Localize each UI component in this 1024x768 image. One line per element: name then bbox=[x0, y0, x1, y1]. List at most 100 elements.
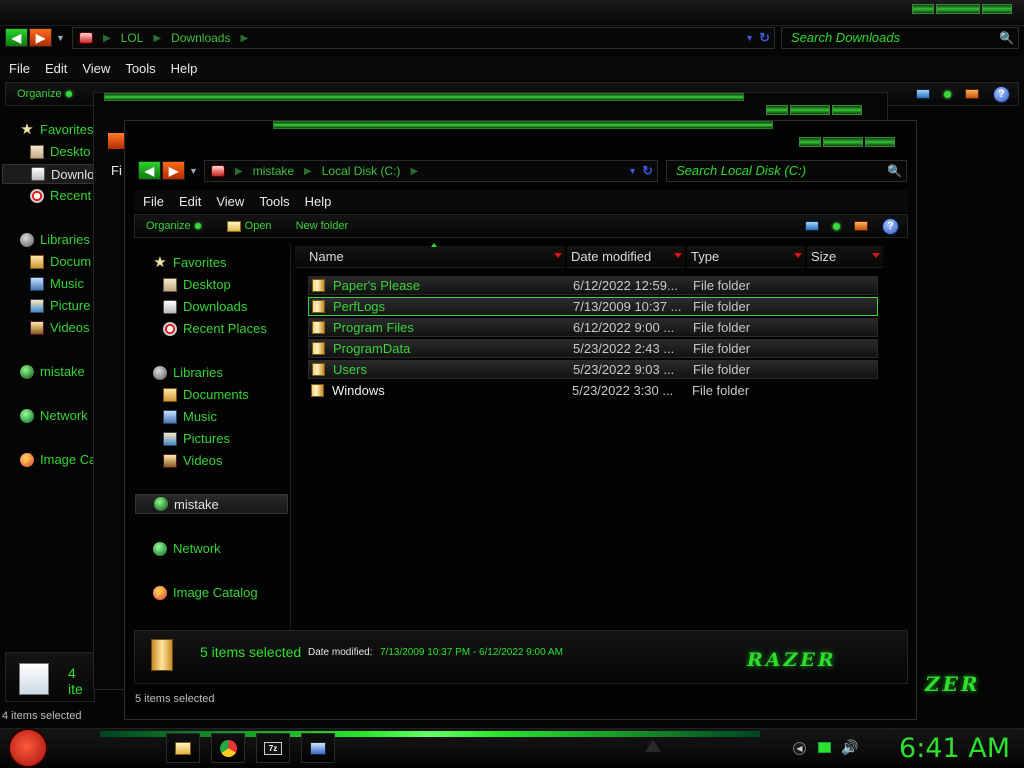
file-row[interactable]: Paper's Please 6/12/2022 12:59... File fol… bbox=[308, 276, 878, 295]
forward-arrow-icon[interactable] bbox=[108, 133, 124, 149]
breadcrumb-item[interactable]: LOL bbox=[121, 31, 144, 45]
menu-file[interactable]: File bbox=[9, 61, 30, 76]
network-tray-icon[interactable] bbox=[818, 742, 831, 753]
back-nav-documents[interactable]: Docum bbox=[30, 254, 91, 269]
taskbar-explorer-button[interactable] bbox=[166, 733, 200, 763]
nav-music[interactable]: Music bbox=[163, 409, 217, 424]
minimize-button[interactable] bbox=[799, 137, 821, 147]
back-nav-libraries[interactable]: Libraries bbox=[20, 232, 90, 247]
window-controls[interactable] bbox=[799, 137, 895, 147]
volume-icon[interactable]: 🔊 bbox=[841, 739, 858, 756]
view-icon[interactable] bbox=[805, 221, 819, 231]
back-nav-desktop[interactable]: Deskto bbox=[30, 144, 90, 159]
close-button[interactable] bbox=[832, 105, 862, 115]
sort-arrow-icon[interactable] bbox=[554, 253, 562, 258]
menu-edit[interactable]: Edit bbox=[179, 194, 201, 209]
back-nav-recent[interactable]: Recent bbox=[30, 188, 91, 203]
nav-recent-places[interactable]: Recent Places bbox=[163, 321, 267, 336]
menu-help[interactable]: Help bbox=[305, 194, 332, 209]
organize-button[interactable]: Organize bbox=[146, 220, 201, 232]
taskbar-7zip-button[interactable]: 7z bbox=[256, 733, 290, 763]
view-options-icon[interactable] bbox=[833, 222, 840, 230]
nav-homegroup[interactable]: mistake bbox=[135, 494, 288, 514]
new-folder-button[interactable]: New folder bbox=[296, 220, 349, 232]
organize-button[interactable]: Organize bbox=[17, 88, 72, 100]
refresh-icon[interactable]: ↻ bbox=[642, 163, 653, 179]
nav-videos[interactable]: Videos bbox=[163, 453, 223, 468]
tray-overflow-icon[interactable]: ◀ bbox=[793, 742, 806, 755]
middle-menu-file[interactable]: Fi bbox=[111, 163, 122, 178]
file-row[interactable]: PerfLogs 7/13/2009 10:37 ... File folder bbox=[308, 297, 878, 316]
minimize-button[interactable] bbox=[766, 105, 788, 115]
back-nav-music[interactable]: Music bbox=[30, 276, 84, 291]
taskbar-window-button[interactable] bbox=[301, 733, 335, 763]
back-nav-pictures[interactable]: Picture bbox=[30, 298, 90, 313]
back-nav-homegroup[interactable]: mistake bbox=[20, 364, 85, 379]
maximize-button[interactable] bbox=[790, 105, 830, 115]
search-input[interactable]: Search Local Disk (C:) 🔍 bbox=[666, 160, 907, 182]
column-header-size[interactable]: Size bbox=[807, 246, 883, 268]
breadcrumb-item[interactable]: Downloads bbox=[171, 31, 230, 45]
taskbar-chrome-button[interactable] bbox=[211, 733, 245, 763]
back-search-input[interactable]: Search Downloads 🔍 bbox=[781, 27, 1019, 49]
close-button[interactable] bbox=[865, 137, 895, 147]
nav-desktop[interactable]: Desktop bbox=[163, 277, 231, 292]
history-dropdown-icon[interactable]: ▼ bbox=[56, 33, 65, 43]
file-row[interactable]: ProgramData 5/23/2022 2:43 ... File folder bbox=[308, 339, 878, 358]
sort-arrow-icon[interactable] bbox=[872, 253, 880, 258]
back-nav-network[interactable]: Network bbox=[20, 408, 88, 423]
view-icon[interactable] bbox=[916, 89, 930, 99]
help-icon[interactable]: ? bbox=[993, 85, 1010, 103]
address-bar[interactable]: ▶ mistake ▶ Local Disk (C:) ▶ ▼ ↻ bbox=[204, 160, 658, 182]
breadcrumb-item[interactable]: Local Disk (C:) bbox=[322, 164, 401, 178]
column-header-type[interactable]: Type bbox=[687, 246, 805, 268]
maximize-button[interactable] bbox=[823, 137, 863, 147]
file-row[interactable]: Windows 5/23/2022 3:30 ... File folder bbox=[308, 381, 878, 400]
back-window-controls[interactable] bbox=[912, 4, 1012, 14]
back-nav-image-catalog[interactable]: ⚡ Image Ca bbox=[20, 452, 96, 467]
nav-favorites[interactable]: ★ Favorites bbox=[153, 255, 226, 271]
menu-view[interactable]: View bbox=[82, 61, 110, 76]
middle-window-controls[interactable] bbox=[766, 105, 862, 115]
search-icon[interactable]: 🔍 bbox=[999, 28, 1014, 48]
menu-help[interactable]: Help bbox=[171, 61, 198, 76]
help-icon[interactable]: ? bbox=[882, 217, 899, 235]
system-clock[interactable]: 6:41 AM bbox=[899, 733, 1010, 764]
preview-pane-icon[interactable] bbox=[965, 89, 979, 99]
minimize-button[interactable] bbox=[912, 4, 934, 14]
sort-arrow-icon[interactable] bbox=[794, 253, 802, 258]
menu-file[interactable]: File bbox=[143, 194, 164, 209]
nav-image-catalog[interactable]: ⚡ Image Catalog bbox=[153, 585, 258, 600]
refresh-icon[interactable]: ↻ bbox=[759, 30, 770, 46]
nav-pane-divider[interactable] bbox=[290, 243, 291, 633]
back-nav-videos[interactable]: Videos bbox=[30, 320, 90, 335]
file-row[interactable]: Program Files 6/12/2022 9:00 ... File fold… bbox=[308, 318, 878, 337]
column-header-name[interactable]: Name bbox=[295, 246, 565, 268]
view-options-icon[interactable] bbox=[944, 90, 951, 98]
forward-arrow-icon[interactable]: ▶ bbox=[29, 28, 52, 47]
address-dropdown-icon[interactable]: ▼ bbox=[745, 33, 754, 43]
menu-view[interactable]: View bbox=[216, 194, 244, 209]
back-arrow-icon[interactable]: ◀ bbox=[138, 161, 161, 180]
search-icon[interactable]: 🔍 bbox=[887, 161, 902, 181]
address-dropdown-icon[interactable]: ▼ bbox=[628, 166, 637, 176]
menu-tools[interactable]: Tools bbox=[259, 194, 289, 209]
file-row[interactable]: Users 5/23/2022 9:03 ... File folder bbox=[308, 360, 878, 379]
maximize-button[interactable] bbox=[936, 4, 980, 14]
nav-pictures[interactable]: Pictures bbox=[163, 431, 230, 446]
nav-network[interactable]: Network bbox=[153, 541, 221, 556]
menu-tools[interactable]: Tools bbox=[125, 61, 155, 76]
open-button[interactable]: Open bbox=[226, 220, 272, 232]
preview-pane-icon[interactable] bbox=[854, 221, 868, 231]
back-nav-favorites[interactable]: ★ Favorites bbox=[20, 122, 93, 138]
history-dropdown-icon[interactable]: ▼ bbox=[189, 166, 198, 176]
nav-documents[interactable]: Documents bbox=[163, 387, 249, 402]
column-header-date[interactable]: Date modified bbox=[567, 246, 685, 268]
forward-arrow-icon[interactable]: ▶ bbox=[162, 161, 185, 180]
back-address-bar[interactable]: ▶ LOL ▶ Downloads ▶ ▼ ↻ bbox=[72, 27, 775, 49]
nav-libraries[interactable]: Libraries bbox=[153, 365, 223, 380]
close-button[interactable] bbox=[982, 4, 1012, 14]
sort-arrow-icon[interactable] bbox=[674, 253, 682, 258]
start-button-icon[interactable] bbox=[8, 728, 48, 768]
back-nav-downloads[interactable]: Downlo bbox=[2, 164, 95, 184]
